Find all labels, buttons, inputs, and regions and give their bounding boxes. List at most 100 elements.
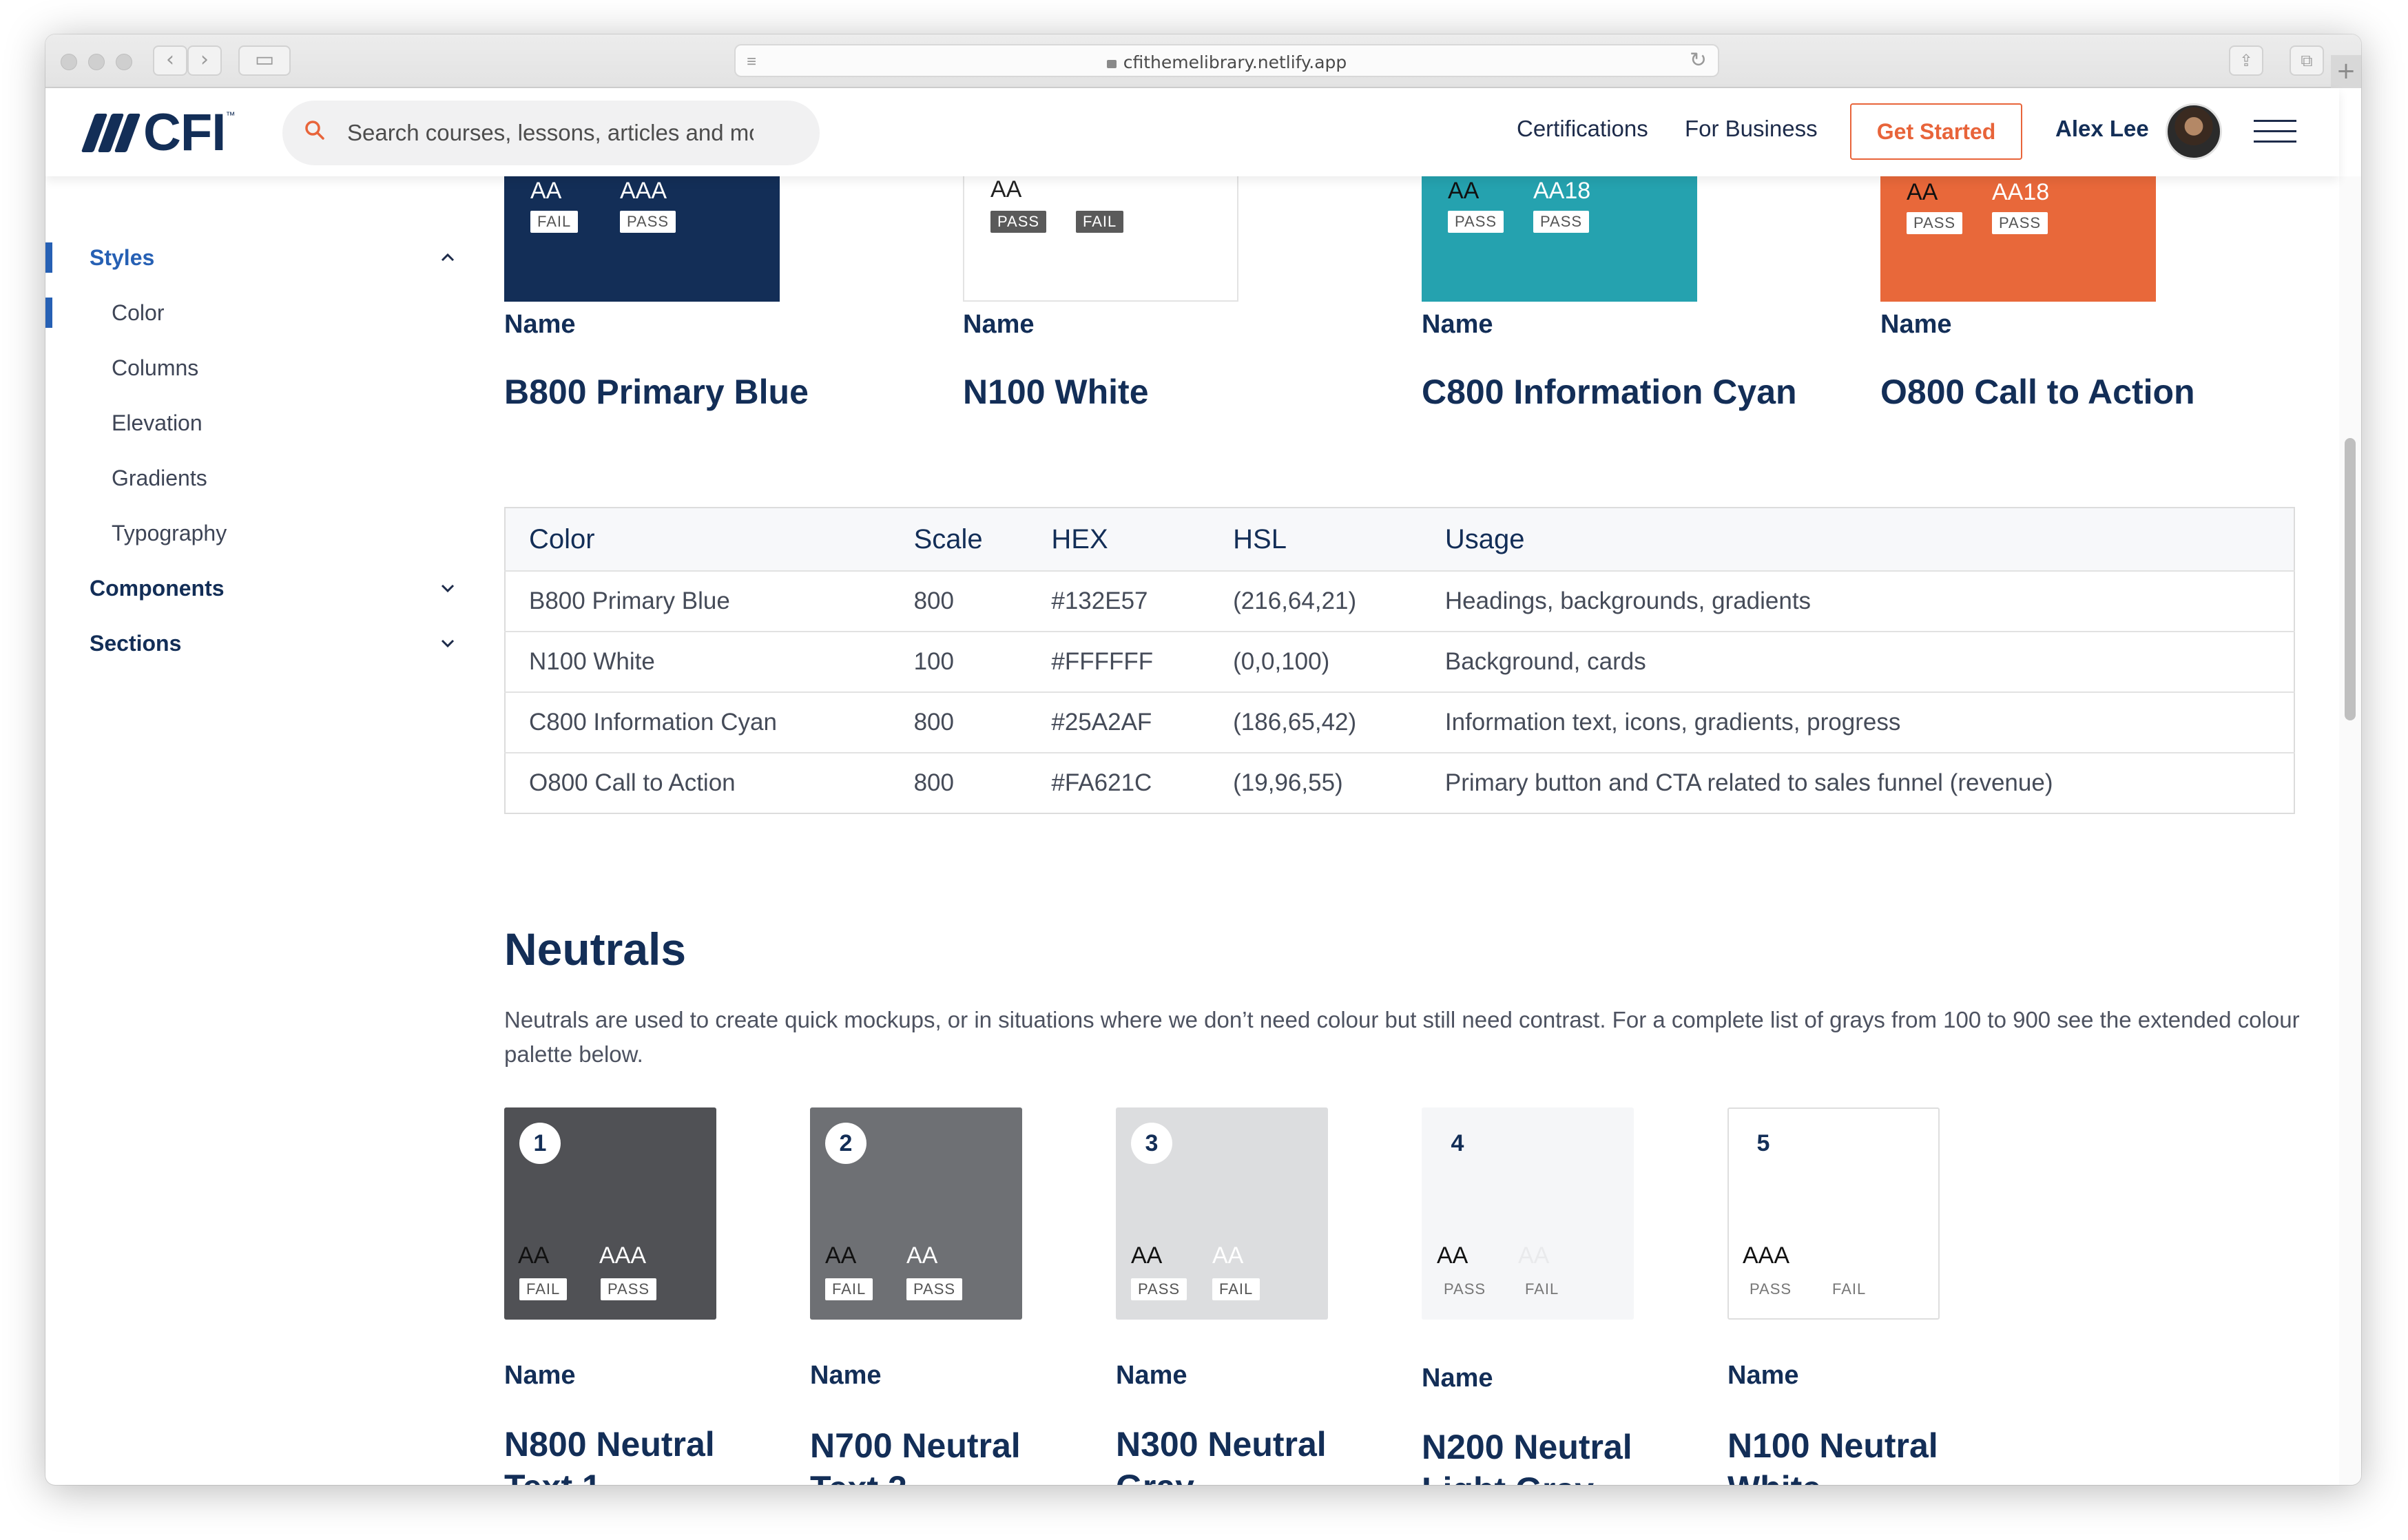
name-label: Name: [1727, 1361, 1799, 1390]
table-cell: (0,0,100): [1210, 631, 1422, 692]
contrast-badge: PASS: [601, 1278, 657, 1300]
scrollbar-thumb[interactable]: [2345, 438, 2356, 720]
nav-link-certifications[interactable]: Certifications: [1517, 116, 1648, 142]
logo-mark-icon: [81, 114, 141, 152]
table-cell: #FFFFFF: [1028, 631, 1210, 692]
neutral-swatch-2: 2 AA AA FAIL PASS: [810, 1107, 1022, 1320]
table-cell: 800: [890, 570, 1028, 632]
table-row: N100 White 100 #FFFFFF (0,0,100) Backgro…: [505, 631, 2294, 692]
contrast-label: AA: [1437, 1242, 1468, 1269]
contrast-label: AA: [1518, 1242, 1550, 1269]
neutral-color-name: N200 Neutral Light Gray: [1422, 1426, 1632, 1485]
contrast-badge: PASS: [1533, 211, 1590, 233]
name-label: Name: [1116, 1361, 1187, 1390]
logo-trademark: ™: [225, 110, 236, 121]
table-cell: Information text, icons, gradients, prog…: [1421, 691, 2294, 753]
color-name: C800 Information Cyan: [1422, 373, 1797, 411]
contrast-badge: PASS: [990, 211, 1047, 233]
color-name: O800 Call to Action: [1880, 373, 2195, 411]
logo-text: CFI: [143, 103, 226, 162]
contrast-badge: PASS: [1448, 211, 1504, 233]
contrast-label: AAA: [1743, 1242, 1790, 1269]
contrast-label: AA: [1212, 1242, 1244, 1269]
table-header-row: Color Scale HEX HSL Usage: [505, 508, 2294, 571]
table-cell: 800: [890, 691, 1028, 753]
neutral-color-name: N300 Neutral Gray: [1116, 1423, 1327, 1485]
column-header: Scale: [890, 508, 1028, 571]
section-description: Neutrals are used to create quick mockup…: [504, 1007, 2300, 1067]
contrast-badge: FAIL: [1525, 1280, 1559, 1298]
table-row: C800 Information Cyan 800 #25A2AF (186,6…: [505, 691, 2294, 753]
site-header: CFI ™ Search courses, lessons, articles …: [45, 88, 2339, 176]
hamburger-menu-icon[interactable]: [2254, 120, 2296, 145]
contrast-badge: FAIL: [1212, 1278, 1260, 1300]
name-line: Text 2: [810, 1469, 907, 1485]
search-icon: [305, 121, 324, 140]
avatar[interactable]: [2166, 103, 2222, 160]
contrast-label: AA: [530, 178, 562, 204]
contrast-badge: PASS: [1131, 1278, 1187, 1300]
contrast-label: AAA: [599, 1242, 647, 1269]
contrast-label: AA: [990, 176, 1022, 202]
name-line: Light Gray: [1422, 1470, 1594, 1485]
contrast-badge: PASS: [1907, 212, 1963, 234]
swatch-number: 4: [1451, 1130, 1464, 1156]
name-line: N700 Neutral: [810, 1426, 1021, 1465]
name-line: White: [1727, 1469, 1821, 1485]
swatch-orange: AA AA18 PASS PASS: [1880, 165, 2156, 302]
swatch-number: 1: [519, 1123, 561, 1164]
name-line: Gray: [1116, 1468, 1194, 1485]
contrast-label: AA: [1907, 179, 1938, 205]
contrast-badge: PASS: [906, 1278, 963, 1300]
table-cell: Primary button and CTA related to sales …: [1421, 752, 2294, 813]
section-heading-neutrals: Neutrals: [504, 924, 687, 975]
cfi-logo[interactable]: CFI ™: [81, 103, 236, 162]
search-input[interactable]: Search courses, lessons, articles and mo…: [347, 120, 754, 146]
table-row: O800 Call to Action 800 #FA621C (19,96,5…: [505, 752, 2294, 813]
table-cell: (19,96,55): [1210, 752, 1422, 813]
contrast-label: AA18: [1533, 178, 1591, 204]
contrast-badge: FAIL: [1832, 1280, 1867, 1298]
get-started-button[interactable]: Get Started: [1850, 103, 2022, 160]
contrast-badge: PASS: [620, 211, 676, 233]
table-cell: 100: [890, 631, 1028, 692]
table-row: B800 Primary Blue 800 #132E57 (216,64,21…: [505, 570, 2294, 632]
name-label: Name: [1422, 1364, 1493, 1393]
user-name[interactable]: Alex Lee: [2055, 116, 2149, 142]
contrast-badge: FAIL: [1076, 211, 1124, 233]
name-label: Name: [963, 310, 1035, 339]
name-line: N800 Neutral: [504, 1425, 715, 1464]
table-cell: #25A2AF: [1028, 691, 1210, 753]
color-name: N100 White: [963, 373, 1149, 411]
search-bar[interactable]: Search courses, lessons, articles and mo…: [282, 101, 820, 165]
main-content: AA AAA FAIL PASS AA PASS FAIL AA AA18 PA…: [45, 34, 2361, 1485]
neutral-swatch-5: 5 AAA PASS FAIL: [1727, 1107, 1940, 1320]
swatch-white: AA PASS FAIL: [963, 165, 1238, 302]
contrast-label: AA18: [1992, 179, 2050, 205]
neutral-color-name: N800 Neutral Text 1: [504, 1423, 715, 1485]
table-cell: 800: [890, 752, 1028, 813]
column-header: Color: [505, 508, 891, 571]
browser-window: ‹ › ▭ ≡ cfithemelibrary.netlify.app ↻ ⇪ …: [45, 34, 2361, 1485]
contrast-label: AA: [1131, 1242, 1163, 1269]
swatch-number: 5: [1756, 1130, 1770, 1156]
contrast-badge: FAIL: [825, 1278, 873, 1300]
table-cell: C800 Information Cyan: [505, 691, 891, 753]
column-header: HSL: [1210, 508, 1422, 571]
contrast-label: AA: [825, 1242, 857, 1269]
name-label: Name: [504, 310, 576, 339]
nav-link-for-business[interactable]: For Business: [1685, 116, 1818, 142]
table-cell: Background, cards: [1421, 631, 2294, 692]
contrast-badge: PASS: [1750, 1280, 1792, 1298]
table-cell: #FA621C: [1028, 752, 1210, 813]
contrast-badge: FAIL: [519, 1278, 568, 1300]
page-scrollbar[interactable]: [2339, 176, 2361, 1485]
name-label: Name: [810, 1361, 882, 1390]
swatch-cyan: AA AA18 PASS PASS: [1422, 165, 1697, 302]
name-label: Name: [504, 1361, 576, 1390]
table-cell: Headings, backgrounds, gradients: [1421, 570, 2294, 632]
table-cell: #132E57: [1028, 570, 1210, 632]
name-label: Name: [1880, 310, 1952, 339]
color-table: Color Scale HEX HSL Usage B800 Primary B…: [504, 507, 2295, 814]
contrast-badge: FAIL: [530, 211, 579, 233]
